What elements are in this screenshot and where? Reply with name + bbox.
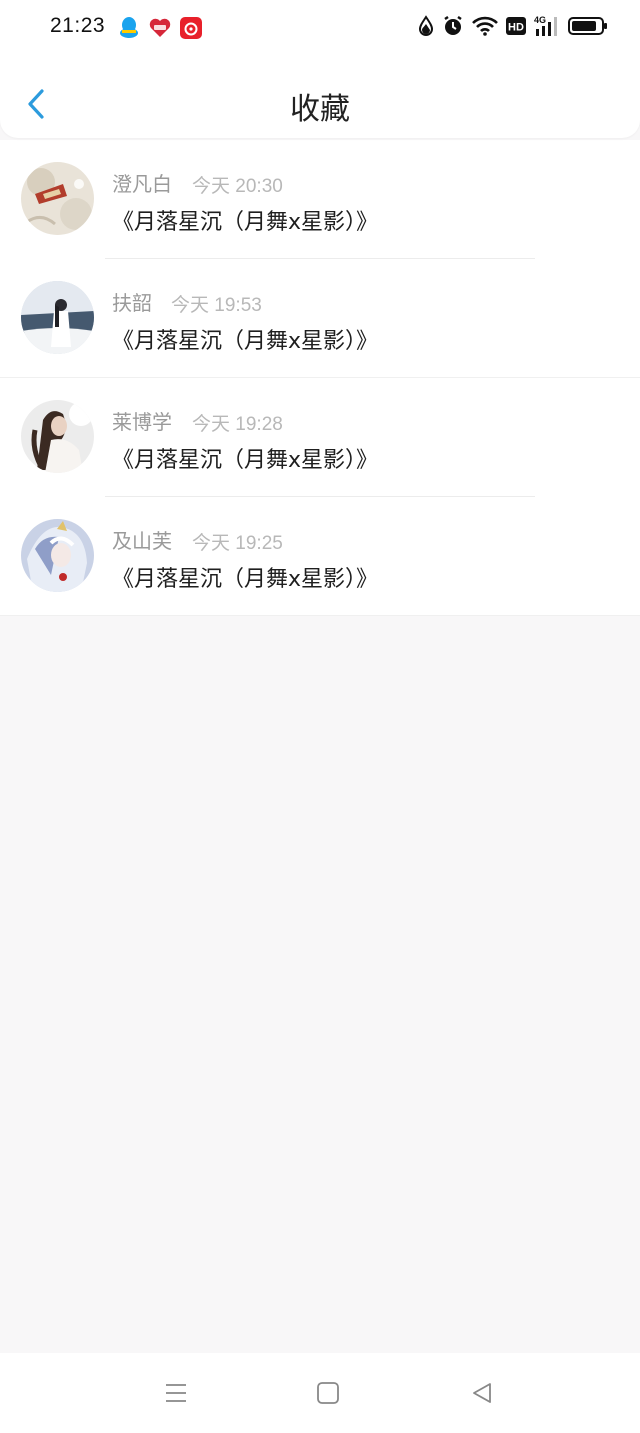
favorite-title[interactable]: 《月落星沉（月舞x星影）》 (112, 323, 378, 355)
wifi-icon (472, 16, 498, 40)
avatar[interactable] (21, 162, 94, 235)
favorite-title[interactable]: 《月落星沉（月舞x星影）》 (112, 442, 378, 474)
system-status-icons: HD 4G (418, 15, 608, 41)
home-square-icon (317, 1382, 339, 1404)
user-name: 扶韶 (112, 291, 152, 315)
status-bar: 21:23 HD 4G (0, 0, 640, 58)
favorites-list: 澄凡白 今天 20:30 《月落星沉（月舞x星影）》 扶韶 今天 19:53 《… (0, 140, 640, 616)
battery-icon (568, 16, 608, 40)
hd-label: HD (508, 22, 524, 34)
back-nav-button[interactable] (466, 1377, 498, 1409)
list-item[interactable]: 及山芙 今天 19:25 《月落星沉（月舞x星影）》 (0, 497, 640, 616)
page-title: 收藏 (290, 92, 350, 127)
signal-4g-icon: 4G (534, 15, 560, 41)
network-label: 4G (534, 15, 546, 25)
user-name: 澄凡白 (112, 172, 172, 196)
system-navigation-bar (0, 1353, 640, 1433)
app-badge-icon (148, 16, 172, 44)
avatar[interactable] (21, 281, 94, 354)
list-item[interactable]: 澄凡白 今天 20:30 《月落星沉（月舞x星影）》 (0, 140, 640, 259)
timestamp: 今天 19:25 (192, 533, 283, 554)
favorite-title[interactable]: 《月落星沉（月舞x星影）》 (112, 561, 378, 593)
qq-icon (118, 16, 140, 44)
timestamp: 今天 19:53 (171, 295, 262, 316)
list-item[interactable]: 莱博学 今天 19:28 《月落星沉（月舞x星影）》 (0, 378, 640, 497)
status-time: 21:23 (50, 14, 106, 37)
data-saver-icon (418, 15, 434, 41)
hd-icon: HD (506, 17, 526, 39)
timestamp: 今天 19:28 (192, 414, 283, 435)
home-button[interactable] (312, 1377, 344, 1409)
divider (0, 615, 640, 616)
user-name: 及山芙 (112, 529, 172, 553)
menu-icon (166, 1384, 186, 1402)
timestamp: 今天 20:30 (192, 176, 283, 197)
alarm-icon (442, 15, 464, 41)
notification-icons (118, 16, 202, 44)
avatar[interactable] (21, 519, 94, 592)
menu-button[interactable] (160, 1377, 192, 1409)
list-item[interactable]: 扶韶 今天 19:53 《月落星沉（月舞x星影）》 (0, 259, 640, 378)
netease-music-icon (180, 17, 202, 43)
user-name: 莱博学 (112, 410, 172, 434)
favorite-title[interactable]: 《月落星沉（月舞x星影）》 (112, 204, 378, 236)
app-header: 21:23 HD 4G 收藏 (0, 0, 640, 138)
back-triangle-icon (473, 1383, 491, 1403)
avatar[interactable] (21, 400, 94, 473)
